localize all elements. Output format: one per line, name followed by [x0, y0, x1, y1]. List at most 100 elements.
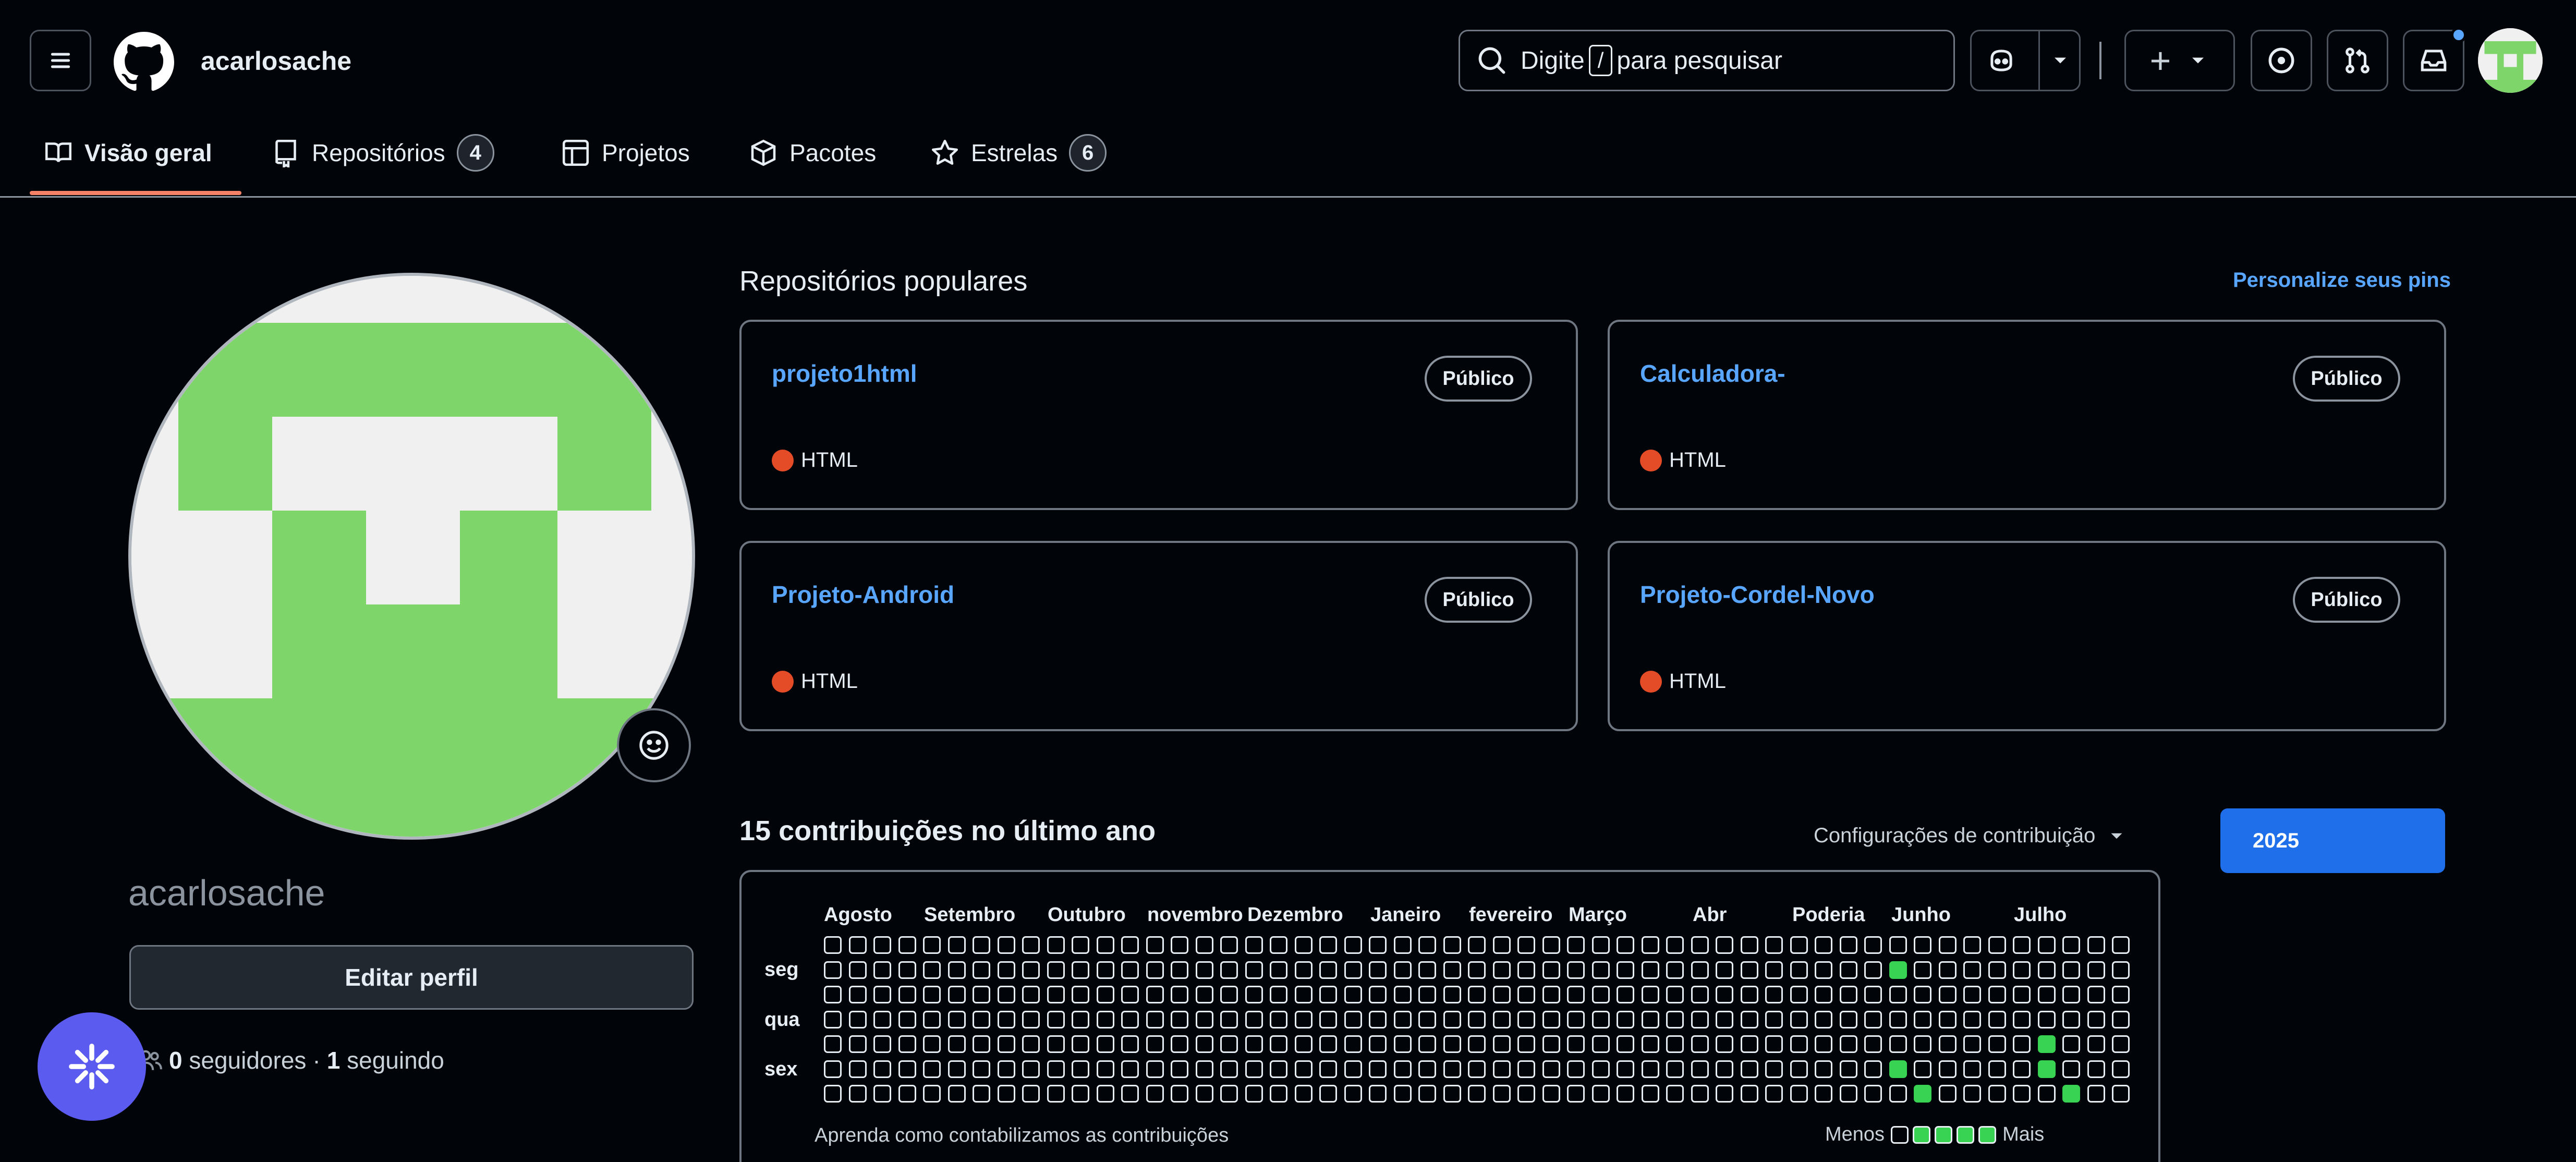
- contribution-cell[interactable]: [824, 1010, 842, 1028]
- contribution-cell[interactable]: [1914, 936, 1931, 954]
- contribution-cell[interactable]: [2013, 1010, 2031, 1028]
- contribution-cell[interactable]: [898, 961, 916, 979]
- contribution-cell[interactable]: [1666, 1035, 1684, 1053]
- contribution-cell[interactable]: [1641, 986, 1659, 1003]
- contribution-cell[interactable]: [1914, 986, 1931, 1003]
- contribution-cell[interactable]: [2087, 936, 2105, 954]
- contribution-cell[interactable]: [1121, 961, 1139, 979]
- contribution-cell[interactable]: [848, 961, 867, 979]
- year-button[interactable]: 2025: [2220, 808, 2445, 873]
- contribution-cell[interactable]: [1294, 1060, 1313, 1078]
- contribution-cell[interactable]: [1146, 1085, 1164, 1103]
- contribution-cell[interactable]: [1815, 986, 1832, 1003]
- contribution-cell[interactable]: [1591, 1060, 1610, 1078]
- contribution-cell[interactable]: [1988, 1085, 2006, 1103]
- contribution-cell[interactable]: [2013, 961, 2031, 979]
- contribution-cell[interactable]: [1617, 1060, 1634, 1078]
- contribution-cell[interactable]: [1022, 1035, 1040, 1053]
- contribution-cell[interactable]: [1889, 1060, 1907, 1078]
- contribution-cell[interactable]: [1443, 1085, 1461, 1103]
- contribution-cell[interactable]: [1716, 1060, 1733, 1078]
- contribution-cell[interactable]: [1641, 1035, 1659, 1053]
- contribution-cell[interactable]: [1889, 1085, 1907, 1103]
- contribution-cell[interactable]: [1691, 1010, 1709, 1028]
- contribution-cell[interactable]: [873, 1060, 891, 1078]
- contribution-cell[interactable]: [1319, 986, 1337, 1003]
- contribution-cell[interactable]: [1790, 986, 1808, 1003]
- contribution-cell[interactable]: [1468, 1085, 1486, 1103]
- contribution-cell[interactable]: [1443, 936, 1461, 954]
- contribution-cell[interactable]: [1963, 986, 1981, 1003]
- contribution-cell[interactable]: [1914, 961, 1931, 979]
- contribution-cell[interactable]: [1914, 1060, 1931, 1078]
- contribution-cell[interactable]: [1022, 1010, 1040, 1028]
- contribution-cell[interactable]: [1666, 1085, 1684, 1103]
- contribution-cell[interactable]: [1195, 1060, 1213, 1078]
- contribution-cell[interactable]: [1146, 1060, 1164, 1078]
- contribution-cell[interactable]: [997, 1085, 1015, 1103]
- contribution-cell[interactable]: [1492, 961, 1511, 979]
- contribution-cell[interactable]: [898, 1035, 916, 1053]
- contribution-cell[interactable]: [898, 986, 916, 1003]
- contribution-cell[interactable]: [1765, 1085, 1783, 1103]
- contribution-cell[interactable]: [1914, 1035, 1931, 1053]
- contribution-cell[interactable]: [1492, 1060, 1511, 1078]
- contribution-cell[interactable]: [1096, 1035, 1114, 1053]
- contribution-cell[interactable]: [848, 1060, 867, 1078]
- contribution-cell[interactable]: [1740, 1060, 1758, 1078]
- repo-name-link[interactable]: projeto1html: [772, 359, 917, 388]
- contribution-cell[interactable]: [1121, 1085, 1139, 1103]
- contribution-cell[interactable]: [1369, 1035, 1387, 1053]
- contribution-cell[interactable]: [2087, 1085, 2105, 1103]
- contribution-cell[interactable]: [1171, 1085, 1188, 1103]
- contribution-cell[interactable]: [1369, 961, 1387, 979]
- contribution-cell[interactable]: [1344, 1035, 1362, 1053]
- contribution-cell[interactable]: [997, 986, 1015, 1003]
- contribution-cell[interactable]: [1666, 986, 1684, 1003]
- contribution-cell[interactable]: [1567, 1010, 1585, 1028]
- contribution-cell[interactable]: [1517, 936, 1535, 954]
- contribution-cell[interactable]: [873, 1010, 891, 1028]
- contribution-cell[interactable]: [1517, 1060, 1535, 1078]
- contribution-cell[interactable]: [873, 961, 891, 979]
- contribution-cell[interactable]: [947, 1035, 966, 1053]
- contribution-cell[interactable]: [1220, 1010, 1238, 1028]
- contribution-cell[interactable]: [1839, 986, 1857, 1003]
- contribution-cell[interactable]: [2112, 961, 2130, 979]
- repo-name-link[interactable]: Projeto-Android: [772, 580, 954, 609]
- contribution-cell[interactable]: [923, 1060, 941, 1078]
- contribution-cell[interactable]: [1542, 986, 1560, 1003]
- contribution-cell[interactable]: [1096, 936, 1114, 954]
- contribution-cell[interactable]: [1245, 1060, 1263, 1078]
- contribution-cell[interactable]: [1047, 1035, 1065, 1053]
- contribution-cell[interactable]: [1072, 986, 1089, 1003]
- contribution-cell[interactable]: [1889, 936, 1907, 954]
- contribution-cell[interactable]: [1022, 986, 1040, 1003]
- contribution-cell[interactable]: [973, 1035, 990, 1053]
- contribution-cell[interactable]: [1468, 961, 1486, 979]
- contribution-cell[interactable]: [1864, 1010, 1882, 1028]
- contribution-cell[interactable]: [1418, 1060, 1436, 1078]
- contribution-cell[interactable]: [1220, 986, 1238, 1003]
- contribution-cell[interactable]: [1319, 1035, 1337, 1053]
- contribution-cell[interactable]: [1270, 986, 1287, 1003]
- contribution-cell[interactable]: [2013, 936, 2031, 954]
- header-username[interactable]: acarlosache: [201, 46, 351, 76]
- contribution-cell[interactable]: [2062, 936, 2080, 954]
- contribution-cell[interactable]: [1691, 1085, 1709, 1103]
- contribution-cell[interactable]: [1988, 986, 2006, 1003]
- contribution-cell[interactable]: [1393, 936, 1412, 954]
- contribution-cell[interactable]: [2037, 936, 2056, 954]
- contribution-cell[interactable]: [1864, 986, 1882, 1003]
- contribution-cell[interactable]: [2062, 961, 2080, 979]
- contribution-cell[interactable]: [2062, 1010, 2080, 1028]
- contribution-cell[interactable]: [2037, 1085, 2056, 1103]
- contribution-cell[interactable]: [1666, 936, 1684, 954]
- contribution-cell[interactable]: [2037, 986, 2056, 1003]
- contribution-cell[interactable]: [923, 961, 941, 979]
- contribution-cell[interactable]: [973, 936, 990, 954]
- contribution-cell[interactable]: [1617, 1010, 1634, 1028]
- contribution-cell[interactable]: [923, 1085, 941, 1103]
- contribution-cell[interactable]: [1294, 1010, 1313, 1028]
- contribution-cell[interactable]: [997, 1010, 1015, 1028]
